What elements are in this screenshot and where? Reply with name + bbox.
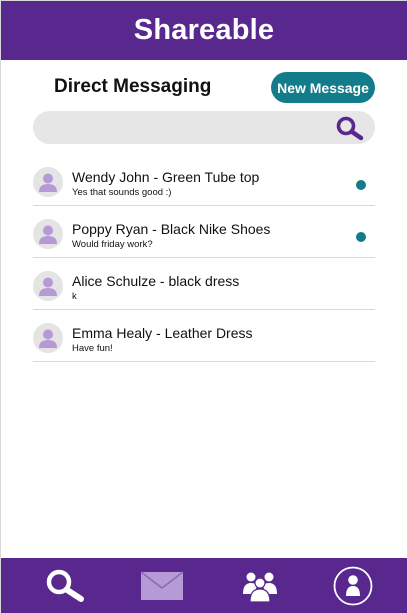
user-avatar-icon	[39, 225, 57, 244]
conversation-title: Wendy John - Green Tube top	[72, 169, 260, 185]
conversation-preview: Yes that sounds good :)	[72, 187, 172, 198]
unread-indicator	[356, 232, 366, 242]
nav-search[interactable]	[41, 558, 89, 613]
user-avatar-icon	[39, 329, 57, 348]
app-title: Shareable	[133, 14, 275, 46]
avatar	[33, 167, 63, 197]
conversation-row[interactable]: Poppy Ryan - Black Nike Shoes Would frid…	[33, 206, 375, 258]
conversation-preview: k	[72, 291, 77, 302]
user-avatar-icon	[39, 277, 57, 296]
bottom-nav	[1, 558, 407, 613]
conversation-row[interactable]: Emma Healy - Leather Dress Have fun!	[33, 310, 375, 362]
avatar	[33, 219, 63, 249]
conversation-preview: Would friday work?	[72, 239, 153, 250]
search-bar	[33, 111, 375, 144]
nav-messages[interactable]	[139, 558, 185, 613]
avatar	[33, 323, 63, 353]
page-title: Direct Messaging	[54, 76, 212, 97]
community-icon	[243, 572, 277, 603]
avatar	[33, 271, 63, 301]
conversation-title: Poppy Ryan - Black Nike Shoes	[72, 221, 271, 237]
conversation-row[interactable]: Alice Schulze - black dress k	[33, 258, 375, 310]
mail-icon	[140, 570, 184, 600]
conversation-preview: Have fun!	[72, 343, 113, 354]
conversation-row[interactable]: Wendy John - Green Tube top Yes that sou…	[33, 154, 375, 206]
unread-indicator	[356, 180, 366, 190]
search-input[interactable]	[47, 111, 337, 144]
new-message-button[interactable]: New Message	[271, 72, 375, 103]
conversation-list: Wendy John - Green Tube top Yes that sou…	[33, 154, 375, 362]
nav-profile[interactable]	[332, 558, 374, 613]
search-icon	[46, 569, 84, 602]
search-button[interactable]	[334, 115, 366, 141]
conversation-title: Emma Healy - Leather Dress	[72, 325, 253, 341]
conversation-title: Alice Schulze - black dress	[72, 273, 240, 289]
search-icon	[336, 116, 364, 141]
app-header: Shareable	[1, 1, 407, 60]
profile-icon	[333, 566, 373, 605]
user-avatar-icon	[39, 173, 57, 192]
nav-community[interactable]	[237, 558, 283, 613]
